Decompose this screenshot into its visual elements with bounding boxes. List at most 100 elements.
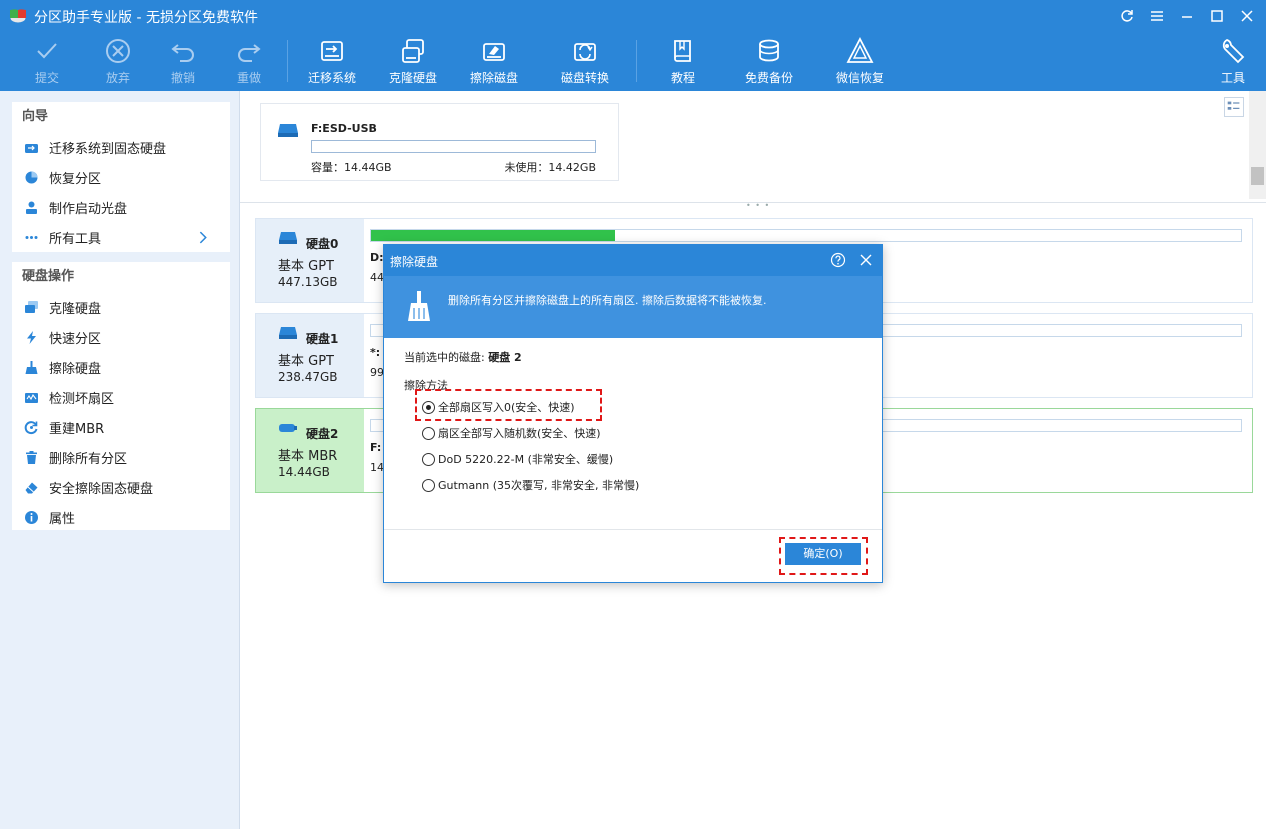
discard-button[interactable]: 放弃: [84, 36, 152, 88]
wechat-recovery-button[interactable]: 微信恢复: [826, 36, 894, 88]
pie-chart-icon: [25, 171, 38, 183]
more-dots-icon: [25, 235, 38, 239]
sector-check-icon: [25, 392, 38, 403]
partition-size: 44: [370, 271, 384, 284]
database-backup-icon: [759, 39, 779, 62]
sidebar-item-ssd-secure-erase[interactable]: 安全擦除固态硬盘: [12, 472, 230, 502]
sidebar-item-migrate-ssd[interactable]: 迁移系统到固态硬盘: [12, 132, 230, 162]
disk-title: 硬盘0: [306, 237, 339, 251]
view-toggle-button[interactable]: [1224, 97, 1244, 117]
free-backup-button[interactable]: 免费备份: [735, 36, 803, 88]
sidebar-item-clone-disk[interactable]: 克隆硬盘: [12, 292, 230, 322]
tools-button[interactable]: 工具: [1200, 36, 1266, 88]
toolbar: 提交 放弃 撤销 重做 迁移系统 克隆硬盘 擦除磁盘 磁盘转换 教程 免费备份 …: [0, 36, 1266, 91]
commit-button[interactable]: 提交: [13, 36, 81, 88]
disk-ops-title: 硬盘操作: [22, 269, 75, 284]
disk-operations-panel: 硬盘操作 克隆硬盘 快速分区 擦除硬盘 检测坏扇区 重建MBR 删除所有分区 安…: [12, 262, 230, 530]
current-disk-value: 硬盘 2: [488, 351, 522, 364]
wrench-icon: [1222, 39, 1245, 64]
refresh-button[interactable]: [1114, 4, 1140, 28]
migrate-icon: [25, 143, 38, 153]
usb-unused: 未使用：14.42GB: [504, 161, 596, 174]
undo-button[interactable]: 撤销: [149, 36, 217, 88]
splitter-grip[interactable]: • • •: [746, 201, 770, 210]
convert-disk-icon: [574, 43, 596, 61]
scrollbar-thumb[interactable]: [1251, 167, 1264, 185]
vertical-scrollbar[interactable]: [1249, 91, 1266, 199]
minimize-button[interactable]: [1174, 4, 1200, 28]
disk-size: 14.44GB: [278, 465, 330, 479]
disk-title: 硬盘2: [306, 427, 339, 441]
top-bar: 分区助手专业版 - 无损分区免费软件 提交 放弃 撤销 重做 迁移系统 克隆硬盘…: [0, 0, 1266, 91]
maximize-icon: [1211, 10, 1223, 22]
maximize-button[interactable]: [1204, 4, 1230, 28]
user-disk-icon: [26, 201, 37, 214]
lightning-icon: [27, 330, 36, 344]
menu-button[interactable]: [1144, 4, 1170, 28]
dialog-close-icon[interactable]: [858, 252, 874, 268]
rebuild-icon: [24, 420, 38, 434]
sidebar-item-wipe-disk[interactable]: 擦除硬盘: [12, 352, 230, 382]
undo-icon: [171, 44, 194, 62]
radio-button[interactable]: [422, 426, 435, 440]
migrate-disk-icon: [321, 41, 343, 61]
disk-type: 基本 GPT: [278, 259, 334, 274]
window-controls: [1114, 4, 1260, 28]
sidebar-item-bootable-media[interactable]: 制作启动光盘: [12, 192, 230, 222]
wipe-option-random-fill[interactable]: 扇区全部写入随机数(安全、快速): [422, 424, 601, 442]
clone-disk-icon: [402, 39, 424, 63]
highlight-box-option: [415, 389, 602, 421]
sidebar-item-quick-partition[interactable]: 快速分区: [12, 322, 230, 352]
usb-drive-card[interactable]: F:ESD-USB 容量：14.44GB 未使用：14.42GB: [260, 103, 619, 181]
partition-label: D:: [370, 251, 384, 264]
disk-info: 硬盘0 基本 GPT 447.13GB: [256, 219, 364, 302]
sidebar-item-rebuild-mbr[interactable]: 重建MBR: [12, 412, 230, 442]
disk-size: 447.13GB: [278, 275, 338, 289]
sidebar-item-bad-sector-check[interactable]: 检测坏扇区: [12, 382, 230, 412]
usb-drive-name: F:ESD-USB: [311, 122, 377, 135]
eraser-disk-icon: [483, 43, 505, 61]
window-title: 分区助手专业版 - 无损分区免费软件: [34, 10, 258, 26]
info-icon: [25, 510, 38, 524]
clone-disk-button[interactable]: 克隆硬盘: [379, 36, 447, 88]
help-icon[interactable]: [830, 252, 846, 268]
radio-button[interactable]: [422, 452, 435, 466]
sidebar-item-properties[interactable]: 属性: [12, 502, 230, 532]
current-disk-prefix: 当前选中的磁盘:: [404, 351, 489, 364]
migrate-system-button[interactable]: 迁移系统: [298, 36, 366, 88]
usb-disk-icon: [278, 124, 298, 137]
chevron-right-icon: [199, 231, 207, 244]
toolbar-separator: [636, 40, 637, 82]
title-bar: 分区助手专业版 - 无损分区免费软件: [0, 0, 1266, 32]
usb-capacity: 容量：14.44GB: [311, 161, 392, 174]
highlight-box-ok: [779, 537, 868, 575]
radio-button[interactable]: [422, 478, 435, 492]
close-icon: [1241, 10, 1253, 22]
usb-usage-bar: [311, 140, 596, 153]
tutorial-button[interactable]: 教程: [649, 36, 717, 88]
disk-size: 238.47GB: [278, 370, 338, 384]
redo-button[interactable]: 重做: [215, 36, 283, 88]
clone-disk-icon: [25, 300, 38, 313]
disk-convert-button[interactable]: 磁盘转换: [551, 36, 619, 88]
eraser-icon: [25, 482, 38, 493]
close-button[interactable]: [1234, 4, 1260, 28]
partition-size: 14: [370, 461, 384, 474]
dialog-footer-divider: [384, 529, 882, 530]
sidebar-item-all-tools[interactable]: 所有工具: [12, 222, 230, 252]
disk-type: 基本 MBR: [278, 449, 338, 464]
wipe-disk-button[interactable]: 擦除磁盘: [460, 36, 528, 88]
wipe-option-gutmann[interactable]: Gutmann (35次覆写, 非常安全, 非常慢): [422, 476, 639, 494]
dialog-title: 擦除硬盘: [390, 255, 439, 269]
minimize-icon: [1182, 16, 1192, 18]
wizard-panel: 向导 迁移系统到固态硬盘 恢复分区 制作启动光盘 所有工具: [12, 102, 230, 252]
wipe-option-dod[interactable]: DoD 5220.22-M (非常安全、缓慢): [422, 450, 613, 468]
sidebar-item-delete-all-partitions[interactable]: 删除所有分区: [12, 442, 230, 472]
app-logo-icon: [10, 9, 26, 23]
sidebar-item-recover-partition[interactable]: 恢复分区: [12, 162, 230, 192]
partition-label: *:: [370, 346, 381, 359]
broom-icon: [25, 360, 38, 374]
broom-icon: [408, 291, 430, 321]
disk-title: 硬盘1: [306, 332, 339, 346]
wipe-disk-dialog: 擦除硬盘 删除所有分区并擦除磁盘上的所有扇区. 擦除后数据将不能被恢复. 当前选…: [383, 244, 883, 583]
